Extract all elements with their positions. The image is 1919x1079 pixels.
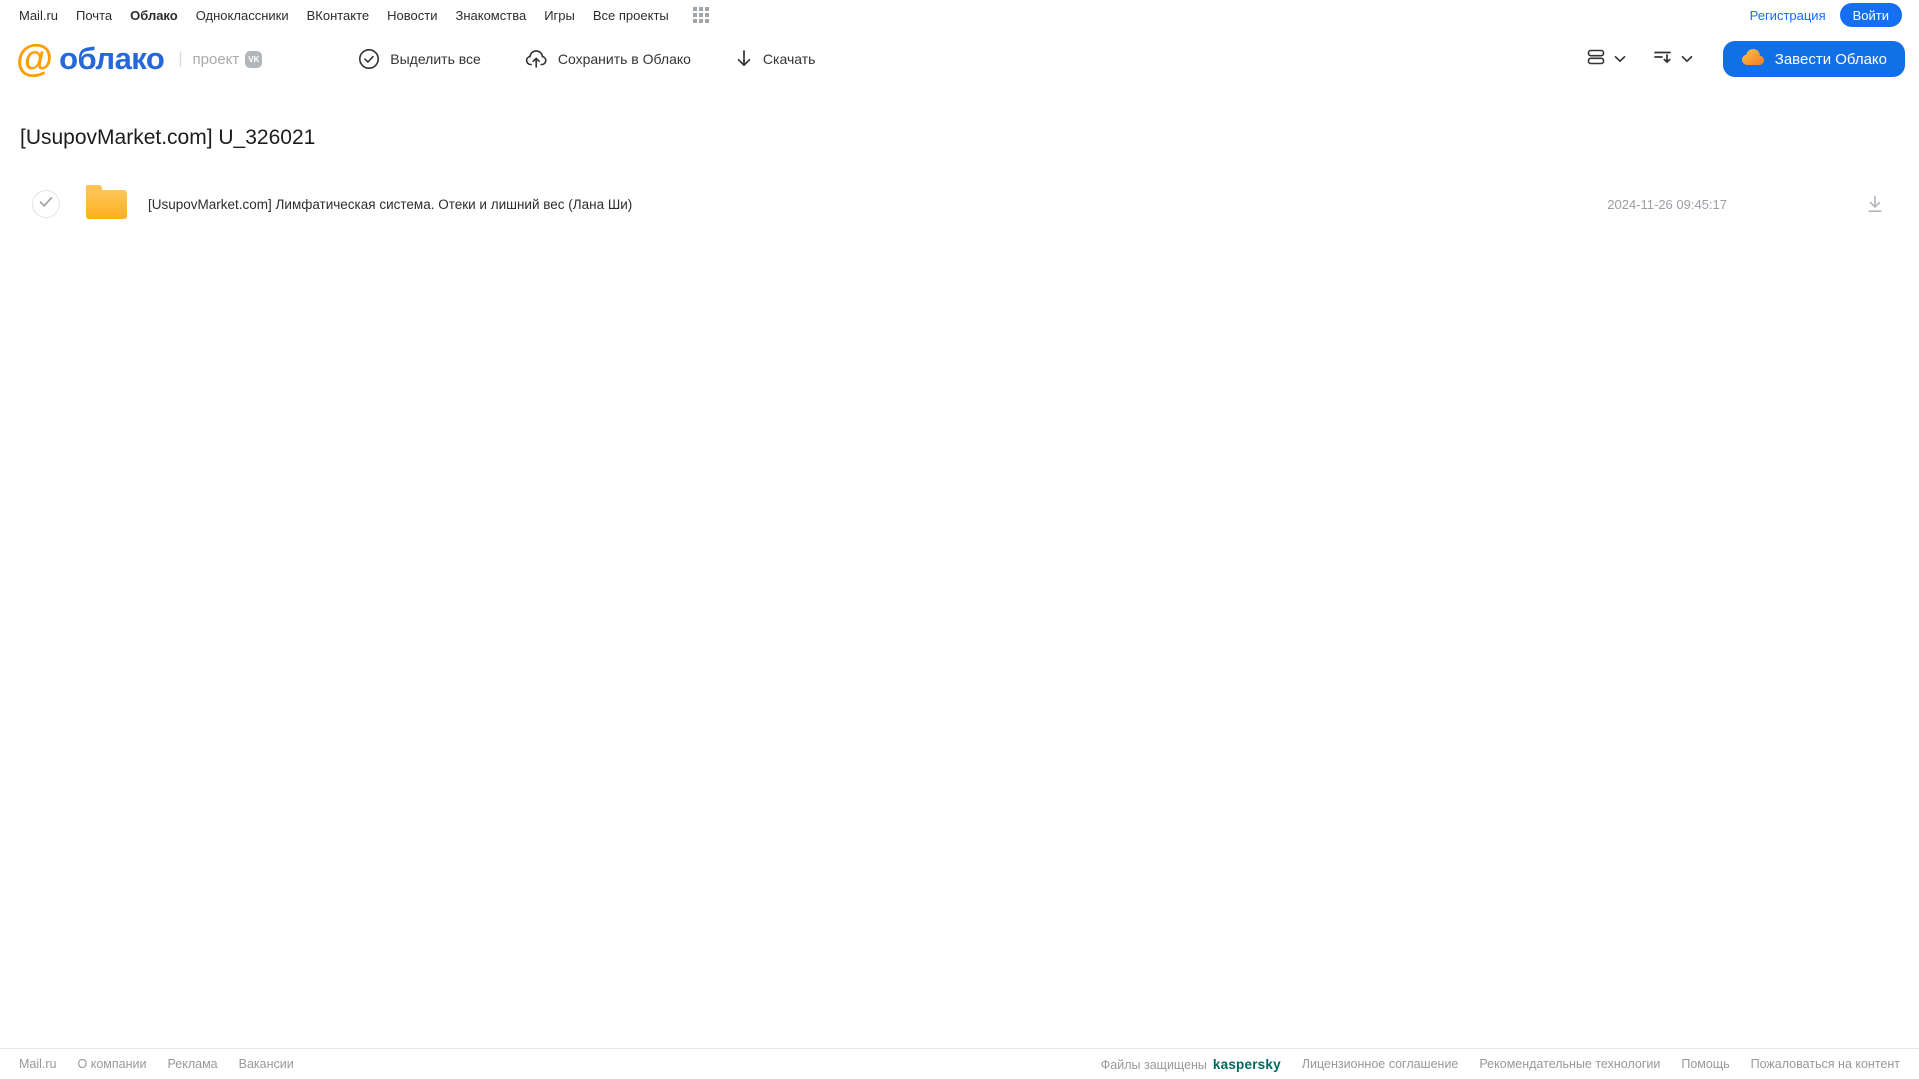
folder-icon — [86, 184, 127, 219]
footer-report-link[interactable]: Пожаловаться на контент — [1751, 1057, 1900, 1071]
logo-text: облако — [59, 41, 165, 76]
nav-novosti[interactable]: Новости — [387, 8, 437, 23]
project-label: проект — [192, 50, 240, 68]
file-name-link[interactable]: [UsupovMarket.com] Лимфатическая система… — [148, 197, 632, 212]
nav-igry[interactable]: Игры — [544, 8, 575, 23]
portal-nav: Mail.ru Почта Облако Одноклассники ВКонт… — [19, 7, 709, 23]
file-row[interactable]: [UsupovMarket.com] Лимфатическая система… — [0, 182, 1919, 226]
row-download-icon[interactable] — [1867, 195, 1883, 213]
apps-grid-icon[interactable] — [692, 7, 709, 23]
save-to-cloud-icon — [525, 48, 548, 70]
row-checkbox[interactable] — [32, 190, 60, 218]
footer-jobs-link[interactable]: Вакансии — [239, 1057, 294, 1071]
page-title: [UsupovMarket.com] U_326021 — [20, 126, 316, 149]
select-all-label: Выделить все — [390, 51, 481, 67]
save-to-cloud-button[interactable]: Сохранить в Облако — [525, 48, 691, 70]
nav-vkontakte[interactable]: ВКонтакте — [307, 8, 370, 23]
download-button[interactable]: Скачать — [735, 49, 816, 69]
check-icon — [39, 195, 53, 213]
download-label: Скачать — [762, 51, 816, 67]
portal-topbar: Mail.ru Почта Облако Одноклассники ВКонт… — [0, 0, 1919, 30]
nav-mailru[interactable]: Mail.ru — [19, 8, 58, 23]
vk-logo-icon: VK — [245, 50, 263, 68]
footer-right-links: Файлы защищены kaspersky Лицензионное со… — [1101, 1057, 1900, 1072]
get-cloud-button[interactable]: Завести Облако — [1722, 41, 1905, 77]
header-right-controls: Завести Облако — [1586, 41, 1905, 77]
footer-about-link[interactable]: О компании — [78, 1057, 147, 1071]
protected-label: Файлы защищены — [1100, 1057, 1207, 1072]
nav-vse-proekty[interactable]: Все проекты — [593, 8, 669, 23]
chevron-down-icon — [1681, 50, 1693, 68]
registration-link[interactable]: Регистрация — [1750, 8, 1826, 23]
footer-license-link[interactable]: Лицензионное соглашение — [1302, 1057, 1459, 1071]
logo-separator: | — [178, 50, 183, 67]
nav-znakomstva[interactable]: Знакомства — [455, 8, 526, 23]
main-content: [UsupovMarket.com] U_326021 [UsupovMarke… — [0, 126, 1919, 226]
sort-icon — [1652, 47, 1673, 72]
footer-ads-link[interactable]: Реклама — [167, 1057, 217, 1071]
nav-odnoklassniki[interactable]: Одноклассники — [196, 8, 289, 23]
cloud-public-page: Mail.ru Почта Облако Одноклассники ВКонт… — [0, 0, 1919, 1079]
login-button[interactable]: Войти — [1839, 3, 1902, 27]
select-all-icon — [358, 48, 380, 70]
nav-oblako[interactable]: Облако — [130, 8, 178, 23]
chevron-down-icon — [1614, 50, 1626, 68]
select-all-button[interactable]: Выделить все — [358, 48, 481, 70]
kaspersky-protection: Файлы защищены kaspersky — [1101, 1057, 1281, 1072]
nav-pochta[interactable]: Почта — [76, 8, 112, 23]
header: @ облако | проект VK Выделить все Сохран… — [0, 30, 1919, 88]
view-mode-dropdown[interactable] — [1586, 47, 1626, 72]
save-to-cloud-label: Сохранить в Облако — [557, 51, 691, 67]
sort-dropdown[interactable] — [1652, 47, 1693, 72]
footer-left-links: Mail.ru О компании Реклама Вакансии — [19, 1057, 294, 1071]
view-mode-icon — [1586, 47, 1606, 72]
auth-area: Регистрация Войти — [1750, 3, 1902, 27]
kaspersky-logo: kaspersky — [1212, 1056, 1281, 1072]
get-cloud-label: Завести Облако — [1774, 50, 1887, 68]
action-toolbar: Выделить все Сохранить в Облако Скачать — [358, 48, 815, 70]
footer-mailru-link[interactable]: Mail.ru — [19, 1057, 57, 1071]
footer-help-link[interactable]: Помощь — [1681, 1057, 1729, 1071]
file-date: 2024-11-26 09:45:17 — [1607, 196, 1727, 212]
mailru-at-icon: @ — [16, 38, 54, 80]
cloud-icon — [1741, 48, 1765, 70]
cloud-logo[interactable]: @ облако | проект VK — [16, 38, 263, 80]
footer: Mail.ru О компании Реклама Вакансии Файл… — [0, 1048, 1919, 1079]
download-icon — [735, 49, 753, 69]
footer-recommendation-link[interactable]: Рекомендательные технологии — [1479, 1057, 1660, 1071]
